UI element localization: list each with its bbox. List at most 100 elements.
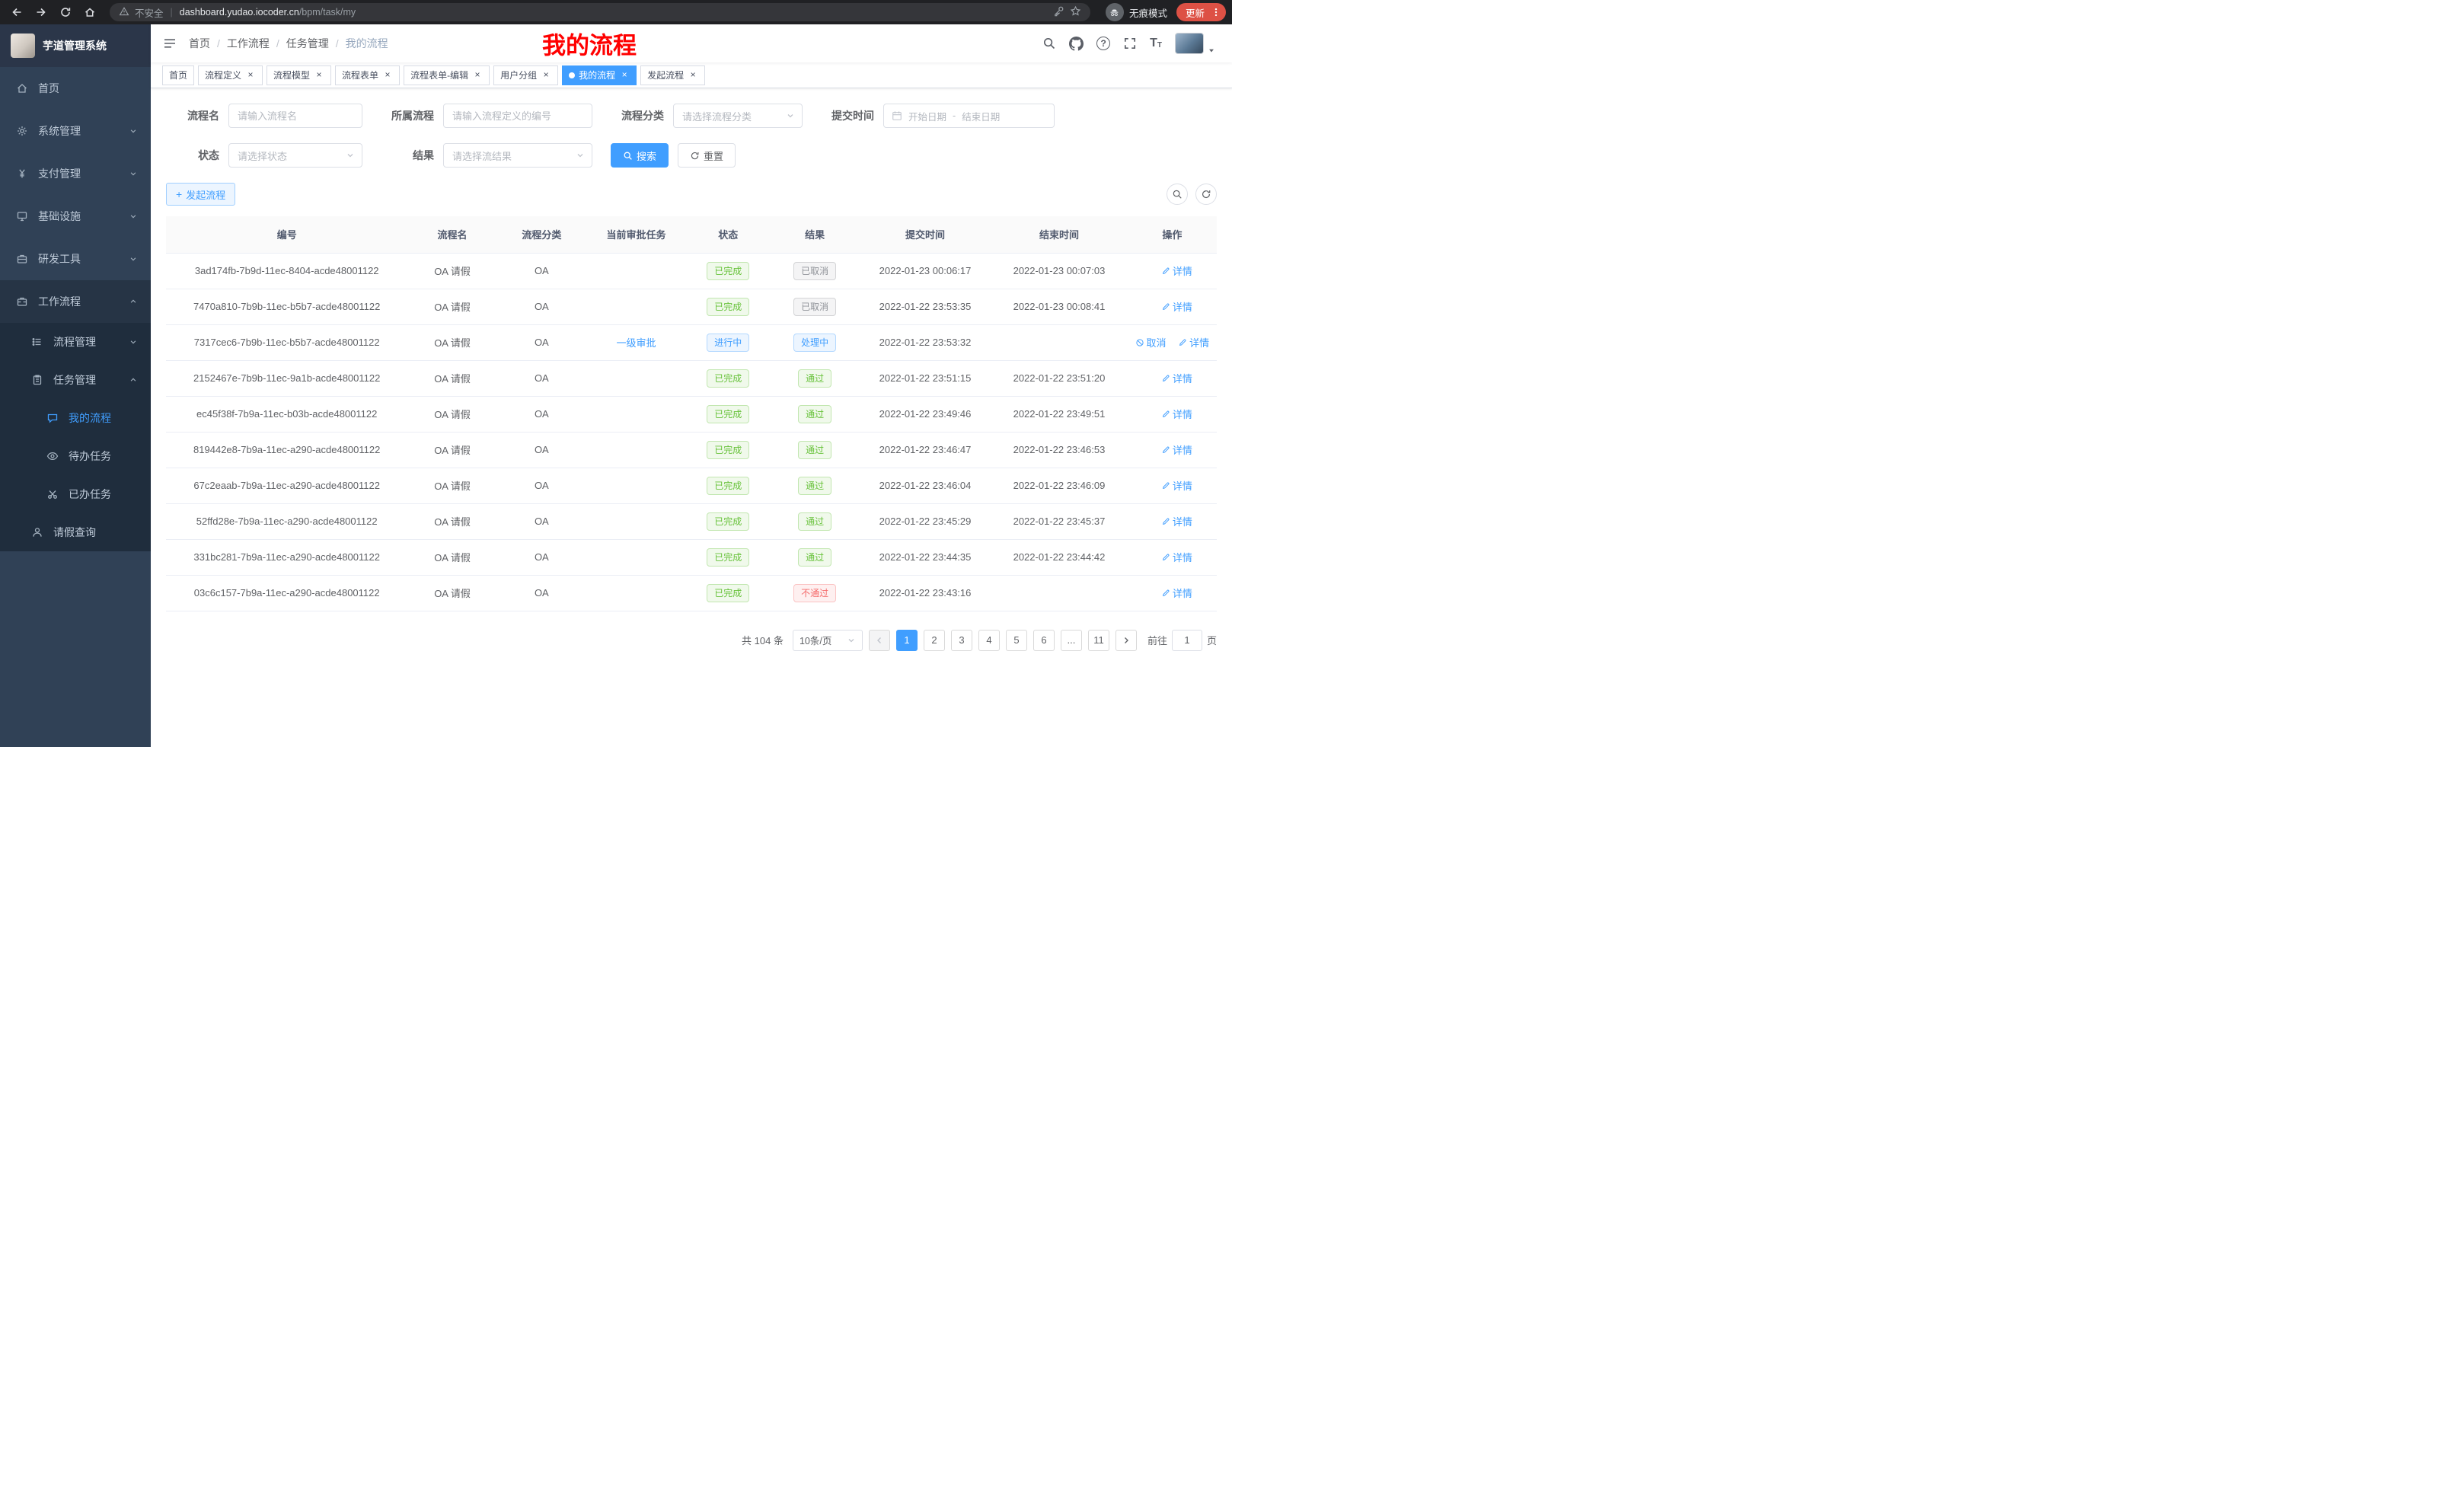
sidebar-item-task-mgmt[interactable]: 任务管理 <box>0 361 151 399</box>
table-row: 7317cec6-7b9b-11ec-b5b7-acde48001122 OA … <box>166 324 1217 360</box>
tab-close-icon[interactable]: × <box>472 70 483 81</box>
tab-close-icon[interactable]: × <box>245 70 256 81</box>
page-button[interactable]: 6 <box>1033 630 1055 651</box>
sidebar-item-payment[interactable]: 支付管理 <box>0 152 151 195</box>
next-page-button[interactable] <box>1116 630 1137 651</box>
page-button[interactable]: 1 <box>896 630 918 651</box>
result-select[interactable]: 请选择流结果 <box>443 143 592 168</box>
page-button[interactable]: 3 <box>951 630 972 651</box>
status-select[interactable]: 请选择状态 <box>228 143 362 168</box>
browser-menu-icon[interactable] <box>1211 7 1221 18</box>
tab[interactable]: 流程模型 × <box>267 65 331 85</box>
breadcrumb-home[interactable]: 首页 <box>189 36 210 51</box>
detail-link[interactable]: 详情 <box>1161 478 1192 493</box>
toggle-search-button[interactable] <box>1167 184 1188 205</box>
key-icon[interactable] <box>1053 5 1064 19</box>
category-select[interactable]: 请选择流程分类 <box>673 104 803 128</box>
tab[interactable]: 流程表单-编辑 × <box>404 65 490 85</box>
tab-close-icon[interactable]: × <box>688 70 698 81</box>
table-row: 03c6c157-7b9a-11ec-a290-acde48001122 OA … <box>166 575 1217 611</box>
browser-reload-icon[interactable] <box>55 2 76 22</box>
search-button[interactable]: 搜索 <box>611 143 669 168</box>
page-button[interactable]: 11 <box>1088 630 1109 651</box>
create-process-button[interactable]: + 发起流程 <box>166 183 235 206</box>
font-size-icon[interactable]: TT <box>1150 37 1162 49</box>
detail-link[interactable]: 详情 <box>1178 335 1209 350</box>
sidebar-item-done-tasks[interactable]: 已办任务 <box>0 475 151 513</box>
detail-link[interactable]: 详情 <box>1161 442 1192 457</box>
search-icon[interactable] <box>1042 37 1056 50</box>
sidebar-item-leave-query[interactable]: 请假查询 <box>0 513 151 551</box>
cell-process-name: OA 请假 <box>407 539 496 575</box>
browser-forward-icon[interactable] <box>30 2 52 22</box>
breadcrumb-workflow[interactable]: 工作流程 <box>227 36 270 51</box>
page-button[interactable]: 5 <box>1006 630 1027 651</box>
page-button[interactable]: 2 <box>924 630 945 651</box>
prev-page-button[interactable] <box>869 630 890 651</box>
tab[interactable]: 流程定义 × <box>198 65 263 85</box>
cell-process-name: OA 请假 <box>407 503 496 539</box>
tab[interactable]: 用户分组 × <box>493 65 558 85</box>
cell-id: 67c2eaab-7b9a-11ec-a290-acde48001122 <box>166 468 407 503</box>
current-task-link[interactable]: 一级审批 <box>617 335 656 350</box>
breadcrumb-task-mgmt[interactable]: 任务管理 <box>286 36 329 51</box>
sidebar-item-infra[interactable]: 基础设施 <box>0 195 151 238</box>
tab[interactable]: 流程表单 × <box>335 65 400 85</box>
tab-close-icon[interactable]: × <box>382 70 393 81</box>
fullscreen-icon[interactable] <box>1123 37 1137 50</box>
page-button[interactable]: ... <box>1061 630 1082 651</box>
chevron-up-icon <box>129 376 137 384</box>
date-end-placeholder[interactable]: 结束日期 <box>962 109 1000 123</box>
tab[interactable]: 发起流程 × <box>640 65 705 85</box>
sidebar-item-devtools[interactable]: 研发工具 <box>0 238 151 280</box>
detail-link[interactable]: 详情 <box>1161 550 1192 564</box>
address-bar[interactable]: 不安全 | dashboard.yudao.iocoder.cn/bpm/tas… <box>110 3 1090 21</box>
reset-button[interactable]: 重置 <box>678 143 736 168</box>
goto-page-input[interactable] <box>1172 630 1202 651</box>
tab-close-icon[interactable]: × <box>314 70 324 81</box>
tab[interactable]: 我的流程 × <box>562 65 637 85</box>
browser-update-button[interactable]: 更新 <box>1176 3 1226 21</box>
process-name-input[interactable] <box>228 104 362 128</box>
browser-home-icon[interactable] <box>79 2 101 22</box>
browser-back-icon[interactable] <box>6 2 27 22</box>
avatar[interactable] <box>1175 33 1204 54</box>
cell-submit-time: 2022-01-23 00:06:17 <box>860 253 991 289</box>
detail-link[interactable]: 详情 <box>1161 263 1192 278</box>
hamburger-icon[interactable] <box>151 24 189 62</box>
sidebar-item-process-mgmt[interactable]: 流程管理 <box>0 323 151 361</box>
sidebar-item-my-process[interactable]: 我的流程 <box>0 399 151 437</box>
detail-link[interactable]: 详情 <box>1161 299 1192 314</box>
cell-end-time: 2022-01-23 00:07:03 <box>991 253 1127 289</box>
page-size-select[interactable]: 10条/页 <box>793 630 863 651</box>
page-button[interactable]: 4 <box>978 630 1000 651</box>
refresh-table-button[interactable] <box>1195 184 1217 205</box>
incognito-badge: 无痕模式 <box>1106 3 1167 21</box>
cell-submit-time: 2022-01-22 23:53:32 <box>860 324 991 360</box>
user-menu[interactable] <box>1175 33 1215 54</box>
tab-close-icon[interactable]: × <box>541 70 551 81</box>
sidebar-item-home[interactable]: 首页 <box>0 67 151 110</box>
detail-link[interactable]: 详情 <box>1161 514 1192 528</box>
process-definition-input[interactable] <box>443 104 592 128</box>
tab[interactable]: 首页 × <box>162 65 194 85</box>
sidebar-item-system[interactable]: 系统管理 <box>0 110 151 152</box>
chevron-down-icon <box>346 151 355 160</box>
workflow-icon <box>15 295 29 308</box>
date-start-placeholder[interactable]: 开始日期 <box>908 109 946 123</box>
sidebar-item-workflow[interactable]: 工作流程 <box>0 280 151 323</box>
detail-link[interactable]: 详情 <box>1161 407 1192 421</box>
cancel-link[interactable]: 取消 <box>1135 335 1167 350</box>
date-range-picker[interactable]: 开始日期 - 结束日期 <box>883 104 1055 128</box>
cell-process-name: OA 请假 <box>407 289 496 324</box>
github-icon[interactable] <box>1069 37 1084 51</box>
tab-close-icon[interactable]: × <box>619 70 630 81</box>
table-row: 331bc281-7b9a-11ec-a290-acde48001122 OA … <box>166 539 1217 575</box>
cell-process-name: OA 请假 <box>407 253 496 289</box>
detail-link[interactable]: 详情 <box>1161 371 1192 385</box>
detail-link[interactable]: 详情 <box>1161 586 1192 600</box>
sidebar-item-todo-tasks[interactable]: 待办任务 <box>0 437 151 475</box>
tab-label: 流程定义 <box>205 69 241 81</box>
bookmark-star-icon[interactable] <box>1070 5 1081 19</box>
help-icon[interactable]: ? <box>1096 37 1110 50</box>
